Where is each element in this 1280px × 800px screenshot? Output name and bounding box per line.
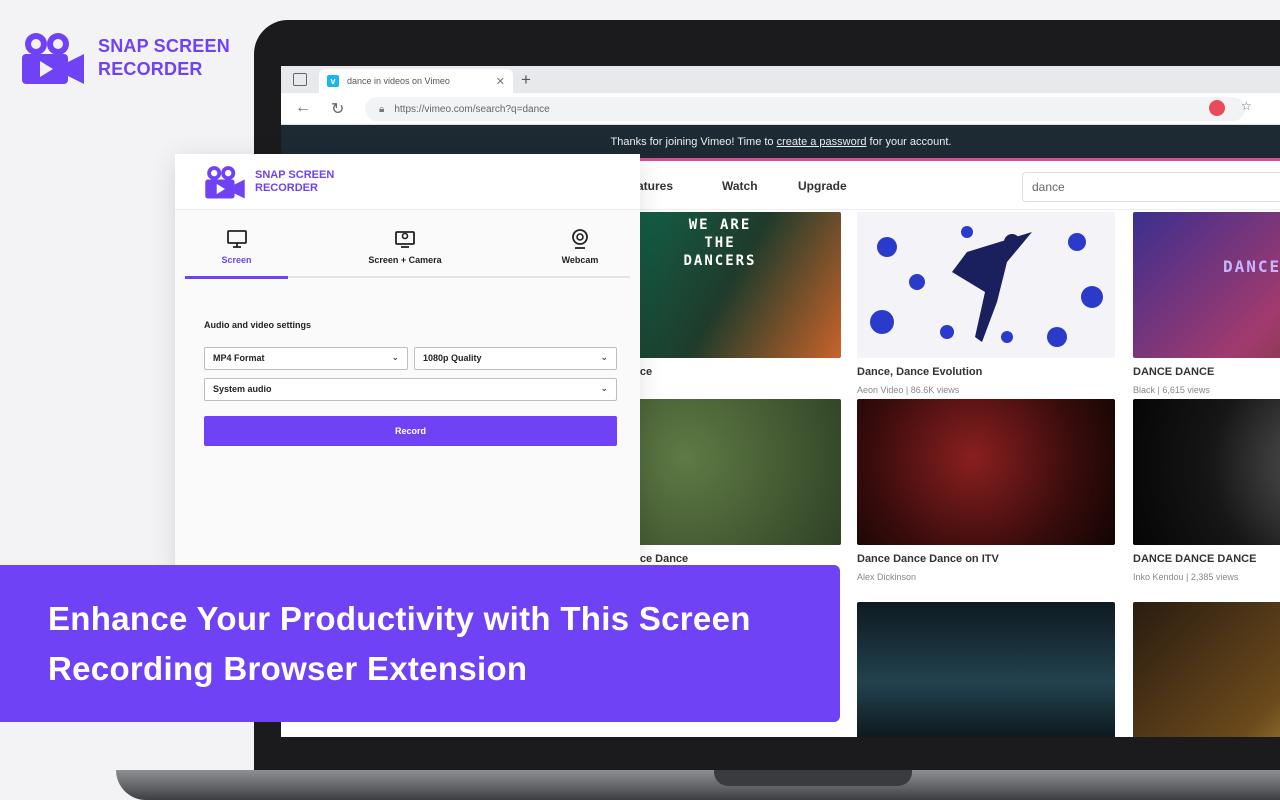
video-thumbnail[interactable]	[857, 602, 1115, 737]
browser-toolbar: ← ↻ 🔒︎ https://vimeo.com/search?q=dance …	[281, 93, 1280, 125]
video-meta: Inko Kendou | 2,385 views	[1133, 572, 1239, 582]
video-card[interactable]: Dance, Dance Evolution Aeon Video | 86.6…	[857, 212, 1115, 395]
headline-line1: Enhance Your Productivity with This Scre…	[48, 600, 751, 637]
headline-line2: Recording Browser Extension	[48, 650, 528, 687]
nav-upgrade[interactable]: Upgrade	[798, 179, 847, 193]
tab-webcam-label: Webcam	[561, 255, 599, 265]
audio-select[interactable]: System audio ⌄	[204, 378, 617, 401]
video-thumbnail[interactable]	[1133, 602, 1280, 737]
popup-brand-line2: RECORDER	[255, 181, 318, 194]
popup-brand-line1: SNAP SCREEN	[255, 168, 335, 181]
chevron-down-icon: ⌄	[391, 352, 399, 362]
video-meta: Aeon Video | 86.6K views	[857, 385, 960, 395]
address-url: https://vimeo.com/search?q=dance	[394, 103, 550, 115]
thumbnail-text: WE ARE THE DANCERS	[683, 217, 757, 269]
video-card[interactable]: DANCE DANCE DANCE Black | 6,615 views	[1133, 212, 1280, 395]
tab-screen-label: Screen	[221, 255, 252, 265]
tab-screen[interactable]: Screen	[185, 210, 288, 280]
window-menu-icon[interactable]	[293, 73, 307, 86]
video-meta: Black | 6,615 views	[1133, 385, 1210, 395]
back-icon[interactable]: ←	[295, 99, 311, 117]
chevron-down-icon: ⌄	[600, 383, 608, 393]
record-button[interactable]: Record	[204, 416, 617, 446]
format-select[interactable]: MP4 Format ⌄	[204, 347, 408, 370]
video-camera-logo-icon	[22, 33, 84, 84]
video-meta: Alex Dickinson	[857, 572, 917, 582]
quality-select[interactable]: 1080p Quality ⌄	[414, 347, 617, 370]
laptop-base	[116, 770, 1280, 800]
video-title[interactable]: Dance Dance Dance on ITV	[857, 553, 1115, 565]
monitor-icon	[226, 230, 247, 248]
browser-tab[interactable]: v dance in videos on Vimeo ✕	[319, 69, 513, 93]
video-title[interactable]: Dance, Dance Evolution	[857, 366, 1115, 378]
format-select-value: MP4 Format	[213, 353, 265, 363]
video-card[interactable]	[857, 602, 1115, 737]
address-bar[interactable]: 🔒︎ https://vimeo.com/search?q=dance	[365, 97, 1245, 121]
popup-header: SNAP SCREEN RECORDER	[175, 154, 640, 210]
dancer-illustration	[870, 226, 1103, 347]
brand-name-line1: SNAP SCREEN	[98, 36, 230, 56]
screen-camera-icon	[395, 231, 415, 248]
video-thumbnail[interactable]	[857, 399, 1115, 545]
laptop-notch	[714, 770, 912, 786]
extension-icon[interactable]	[1209, 100, 1225, 116]
capture-mode-tabs: Screen Screen + Camera Webcam	[175, 210, 640, 280]
audio-select-value: System audio	[213, 384, 272, 394]
video-title[interactable]: DANCE DANCE DANCE	[1133, 553, 1280, 565]
vimeo-search-input[interactable]: dance	[1022, 172, 1280, 202]
headline-band: Enhance Your Productivity with This Scre…	[0, 565, 840, 722]
nav-watch[interactable]: Watch	[722, 179, 758, 193]
new-tab-icon[interactable]: +	[521, 70, 531, 90]
video-thumbnail[interactable]	[1133, 399, 1280, 545]
video-thumbnail[interactable]: DANCE	[1133, 212, 1280, 358]
chevron-down-icon: ⌄	[600, 352, 608, 362]
video-camera-logo-icon	[205, 165, 245, 199]
create-password-link[interactable]: create a password	[777, 136, 867, 148]
tab-screen-camera[interactable]: Screen + Camera	[340, 210, 470, 280]
video-title[interactable]: DANCE DANCE	[1133, 366, 1280, 378]
vimeo-favicon-icon: v	[327, 75, 339, 87]
favorite-icon[interactable]: ☆	[1241, 99, 1252, 113]
video-card[interactable]: DANCE DANCE DANCE Inko Kendou | 2,385 vi…	[1133, 399, 1280, 582]
extension-popup: SNAP SCREEN RECORDER Screen Screen + Cam…	[175, 154, 640, 574]
webcam-icon	[572, 229, 588, 249]
close-tab-icon[interactable]: ✕	[496, 75, 505, 88]
settings-label: Audio and video settings	[204, 320, 312, 330]
brand-name-line2: RECORDER	[98, 59, 203, 79]
banner-text-after: for your account.	[866, 136, 952, 148]
video-card[interactable]	[1133, 602, 1280, 737]
browser-tabbar: v dance in videos on Vimeo ✕ +	[281, 66, 1280, 93]
tab-screen-camera-label: Screen + Camera	[368, 255, 442, 265]
thumbnail-text: DANCE	[1223, 257, 1280, 276]
video-thumbnail[interactable]	[857, 212, 1115, 358]
banner-text-before: Thanks for joining Vimeo! Time to	[610, 136, 777, 148]
lock-icon: 🔒︎	[379, 103, 385, 115]
tab-webcam[interactable]: Webcam	[535, 210, 625, 280]
active-tab-indicator	[185, 276, 288, 279]
quality-select-value: 1080p Quality	[423, 353, 482, 363]
tab-title: dance in videos on Vimeo	[347, 76, 450, 86]
brand-logo: SNAP SCREEN RECORDER	[20, 30, 230, 86]
reload-icon[interactable]: ↻	[331, 99, 344, 119]
video-card[interactable]: Dance Dance Dance on ITV Alex Dickinson	[857, 399, 1115, 582]
